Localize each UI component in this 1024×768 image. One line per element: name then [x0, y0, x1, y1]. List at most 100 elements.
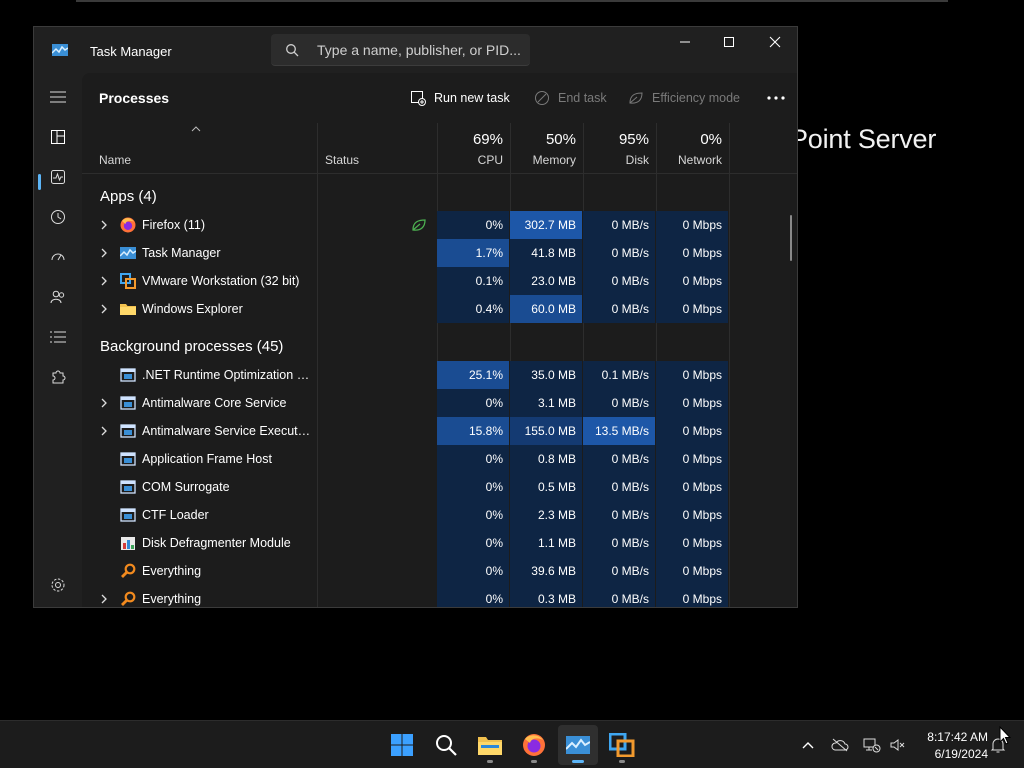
taskbar-search-button[interactable] [426, 725, 466, 765]
more-options-button[interactable] [762, 86, 790, 110]
process-row[interactable]: Firefox (11) 0% 302.7 MB 0 MB/s 0 Mbps [82, 211, 797, 239]
cpu-cell: 0.1% [437, 267, 509, 295]
cpu-cell: 1.7% [437, 239, 509, 267]
memory-cell: 3.1 MB [510, 389, 582, 417]
chevron-up-icon [802, 742, 814, 749]
memory-total-percent: 50% [545, 131, 576, 148]
sidebar-item-details[interactable] [42, 321, 74, 353]
table-header: Name Status 69% CPU 50% Memory 95% Disk … [82, 123, 797, 174]
chevron-right-icon[interactable] [100, 426, 108, 436]
start-button[interactable] [382, 725, 422, 765]
clock-time: 8:17:42 AM [927, 730, 988, 744]
memory-cell: 155.0 MB [510, 417, 582, 445]
taskbar-vmware[interactable] [602, 725, 642, 765]
taskbar-file-explorer[interactable] [470, 725, 510, 765]
column-header-name[interactable]: Name [99, 153, 131, 167]
process-row[interactable]: CTF Loader 0% 2.3 MB 0 MB/s 0 Mbps [82, 501, 797, 529]
onedrive-tray-icon[interactable] [830, 735, 850, 755]
maximize-button[interactable] [706, 27, 752, 57]
vertical-scrollbar[interactable] [790, 215, 792, 261]
column-header-network[interactable]: Network [678, 153, 722, 167]
process-row[interactable]: Everything 0% 0.3 MB 0 MB/s 0 Mbps [82, 585, 797, 607]
cpu-cell: 0% [437, 557, 509, 585]
memory-cell: 39.6 MB [510, 557, 582, 585]
process-row[interactable]: VMware Workstation (32 bit) 0.1% 23.0 MB 0 … [82, 267, 797, 295]
speaker-muted-icon [890, 739, 905, 751]
sidebar-item-performance[interactable] [42, 161, 74, 193]
chevron-right-icon[interactable] [100, 304, 108, 314]
group-header-background[interactable]: Background processes (45) [82, 335, 797, 363]
column-header-disk[interactable]: Disk [626, 153, 649, 167]
process-row[interactable]: Application Frame Host 0% 0.8 MB 0 MB/s 0 Mb… [82, 445, 797, 473]
end-task-button[interactable]: End task [534, 86, 607, 110]
column-header-memory[interactable]: Memory [533, 153, 576, 167]
window-title: Task Manager [90, 44, 172, 59]
defrag-icon [120, 535, 136, 551]
minimize-button[interactable] [662, 27, 708, 57]
chevron-right-icon[interactable] [100, 594, 108, 604]
network-cell: 0 Mbps [656, 473, 728, 501]
chevron-right-icon[interactable] [100, 276, 108, 286]
task-manager-icon [119, 245, 137, 261]
sidebar-item-processes[interactable] [42, 121, 74, 153]
app-window-icon [120, 423, 136, 439]
column-header-cpu[interactable]: CPU [478, 153, 503, 167]
efficiency-mode-label: Efficiency mode [652, 91, 741, 105]
command-bar: Processes Run new task End task Efficien… [82, 73, 797, 123]
network-tray-icon[interactable] [862, 735, 882, 755]
clock-date: 6/19/2024 [934, 747, 988, 761]
run-new-task-button[interactable]: Run new task [410, 86, 510, 110]
volume-tray-icon[interactable] [888, 735, 908, 755]
search-box[interactable] [271, 34, 530, 66]
process-row[interactable]: Everything 0% 39.6 MB 0 MB/s 0 Mbps [82, 557, 797, 585]
chevron-right-icon[interactable] [100, 398, 108, 408]
processes-panel: Processes Run new task End task Efficien… [82, 73, 797, 607]
taskbar-firefox[interactable] [514, 725, 554, 765]
vmware-icon [120, 273, 136, 289]
users-icon [50, 290, 65, 304]
process-row[interactable]: Disk Defragmenter Module 0% 1.1 MB 0 MB/s 0 … [82, 529, 797, 557]
process-name: Task Manager [142, 246, 221, 260]
system-clock[interactable]: 8:17:42 AM 6/19/2024 [912, 729, 988, 763]
process-row[interactable]: Windows Explorer 0.4% 60.0 MB 0 MB/s 0 Mbps [82, 295, 797, 323]
memory-cell: 0.5 MB [510, 473, 582, 501]
process-row[interactable]: COM Surrogate 0% 0.5 MB 0 MB/s 0 Mbps [82, 473, 797, 501]
performance-icon [51, 170, 65, 184]
sidebar-item-services[interactable] [42, 361, 74, 393]
background-window-title: Point Server [790, 124, 937, 154]
disk-cell: 13.5 MB/s [583, 417, 655, 445]
chevron-right-icon[interactable] [100, 248, 108, 258]
taskbar-task-manager[interactable] [558, 725, 598, 765]
disk-cell: 0 MB/s [583, 295, 655, 323]
title-bar[interactable]: Task Manager [34, 27, 797, 73]
sidebar-item-users[interactable] [42, 281, 74, 313]
network-cell: 0 Mbps [656, 239, 728, 267]
hamburger-menu-button[interactable] [42, 81, 74, 113]
chevron-right-icon[interactable] [100, 220, 108, 230]
task-manager-icon [52, 44, 68, 56]
running-indicator [531, 760, 537, 763]
cloud-offline-icon [831, 738, 849, 752]
column-header-status[interactable]: Status [325, 153, 359, 167]
network-cell: 0 Mbps [656, 211, 728, 239]
show-hidden-icons-button[interactable] [798, 735, 818, 755]
task-manager-window[interactable]: Task Manager Type a name, publisher, or … [33, 26, 798, 608]
process-row[interactable]: Antimalware Core Service 0% 3.1 MB 0 MB/s 0 … [82, 389, 797, 417]
sidebar-item-app-history[interactable] [42, 201, 74, 233]
memory-cell: 23.0 MB [510, 267, 582, 295]
taskbar: 8:17:42 AM 6/19/2024 [0, 720, 1024, 768]
efficiency-mode-button[interactable]: Efficiency mode [628, 86, 740, 110]
group-header-apps[interactable]: Apps (4) [82, 185, 797, 213]
process-row[interactable]: Antimalware Service Executable 15.8% 155.0… [82, 417, 797, 445]
process-row[interactable]: .NET Runtime Optimization Se... 25.1% 35.0… [82, 361, 797, 389]
process-row[interactable]: Task Manager 1.7% 41.8 MB 0 MB/s 0 Mbps [82, 239, 797, 267]
sidebar-item-startup-apps[interactable] [42, 241, 74, 273]
search-input[interactable] [317, 40, 522, 60]
network-cell: 0 Mbps [656, 267, 728, 295]
disk-cell: 0.1 MB/s [583, 361, 655, 389]
app-window-icon [120, 395, 136, 411]
process-name: Disk Defragmenter Module [142, 536, 291, 550]
sidebar-item-settings[interactable] [42, 569, 74, 601]
efficiency-leaf-icon [412, 219, 426, 231]
close-button[interactable] [752, 27, 797, 57]
